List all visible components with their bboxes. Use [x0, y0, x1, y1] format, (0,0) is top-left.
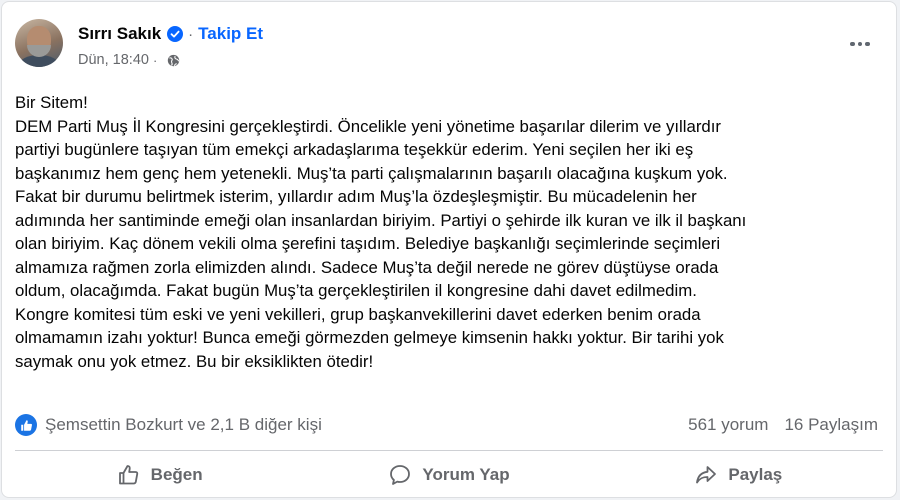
share-label: Paylaş [728, 465, 783, 484]
globe-icon[interactable] [167, 54, 180, 67]
more-dot [865, 41, 870, 47]
post-line: oldum, olacağımda. Fakat bugün Muş’ta ge… [15, 281, 697, 300]
thumbs-up-icon [15, 414, 37, 436]
post-line: saymak onu yok etmez. Bu bir eksiklikten… [15, 351, 374, 371]
verified-badge-icon [167, 26, 184, 42]
comment-button[interactable]: Yorum Yap [304, 454, 593, 496]
divider [15, 450, 883, 451]
post-line: Fakat bir durumu belirtmek isterim, yıll… [15, 187, 697, 206]
author-name[interactable]: Sırrı Sakık [78, 24, 161, 44]
post-line: olan biriyim. Kaç dönem vekili olma şere… [15, 234, 721, 253]
engagement-counts: 561 yorum 16 Paylaşım [688, 413, 878, 437]
post-line: olmamamın izahı yoktur! Bunca emeği görm… [15, 328, 724, 347]
post-line: Kongre komitesi tüm eski ve yeni vekille… [15, 304, 701, 324]
speech-bubble-icon [390, 465, 411, 485]
post-line: adımında her santiminde emeği olan insan… [15, 210, 747, 230]
post-line: başkanımız hem genç hem yetenekli. Muş’t… [15, 163, 728, 183]
like-button[interactable]: Beğen [15, 454, 304, 496]
follow-button[interactable]: Takip Et [198, 24, 263, 44]
comment-count[interactable]: 561 yorum [688, 415, 768, 435]
more-options-button[interactable] [842, 32, 878, 56]
avatar[interactable] [15, 19, 63, 67]
timestamp-separator: · [152, 52, 158, 68]
thumbs-up-glyph [20, 419, 32, 431]
post-header: Sırrı Sakık · Takip Et [78, 23, 263, 45]
post-body: Bir Sitem! DEM Parti Muş İl Kongresini g… [15, 91, 885, 373]
separator-dot: · [188, 25, 194, 43]
post-timestamp[interactable]: Dün, 18:40 [78, 52, 149, 68]
reactors-text[interactable]: Şemsettin Bozkurt ve 2,1 B diğer kişi [45, 415, 322, 435]
post-line: almamıza rağmen zorla elimizden alındı. … [15, 257, 719, 277]
more-dot [850, 41, 855, 47]
like-label: Beğen [150, 465, 203, 484]
reactions-summary[interactable]: Şemsettin Bozkurt ve 2,1 B diğer kişi [15, 413, 322, 437]
share-count[interactable]: 16 Paylaşım [784, 415, 878, 435]
thumbs-up-outline-icon [118, 465, 138, 485]
share-arrow-icon [696, 466, 717, 484]
share-button[interactable]: Paylaş [594, 454, 883, 496]
action-bar: Beğen Yorum Yap Paylaş [15, 454, 883, 496]
more-dot [857, 41, 863, 47]
post-line: Bir Sitem! [15, 93, 88, 112]
post-line: partiyi bugünlere taşıyan tüm emekçi ark… [15, 140, 694, 159]
comment-label: Yorum Yap [422, 465, 510, 484]
post-card: Sırrı Sakık · Takip Et Dün, 18:40 · Bir … [1, 1, 897, 498]
post-meta: Dün, 18:40 · [78, 51, 180, 69]
post-line: DEM Parti Muş İl Kongresini gerçekleştir… [15, 116, 721, 136]
